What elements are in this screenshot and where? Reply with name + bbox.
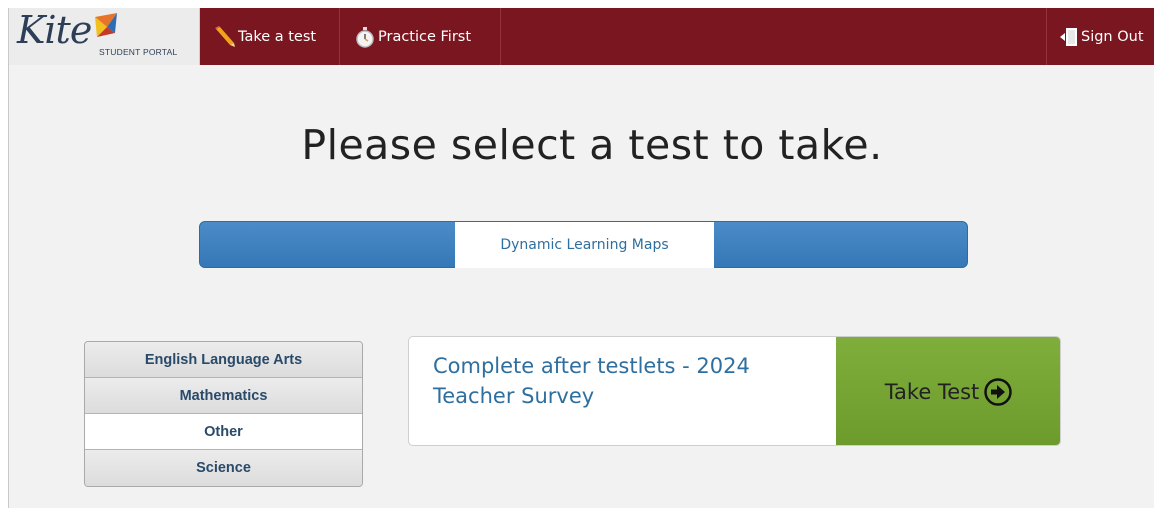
top-navbar: Kite STUDENT PORTAL Take a test Practice… — [9, 8, 1154, 65]
page-title: Please select a test to take. — [301, 121, 883, 169]
nav-practice-first[interactable]: Practice First — [340, 8, 501, 65]
logo-wordmark: Kite — [17, 8, 92, 52]
take-test-label: Take Test — [884, 380, 980, 404]
program-tab-bar: Dynamic Learning Maps — [199, 221, 968, 268]
logo-subtitle: STUDENT PORTAL — [99, 47, 178, 57]
subject-mathematics[interactable]: Mathematics — [85, 378, 362, 414]
subject-english-language-arts[interactable]: English Language Arts — [85, 342, 362, 378]
pencil-icon — [215, 25, 235, 47]
nav-practice-first-label: Practice First — [378, 28, 472, 45]
take-test-button[interactable]: Take Test — [836, 337, 1060, 445]
nav-sign-out-label: Sign Out — [1081, 28, 1144, 45]
nav-take-a-test-label: Take a test — [238, 28, 317, 45]
door-exit-icon — [1060, 27, 1077, 46]
subject-other[interactable]: Other — [85, 414, 362, 450]
subject-science[interactable]: Science — [85, 450, 362, 486]
stopwatch-icon — [356, 26, 374, 48]
circle-arrow-right-icon — [984, 378, 1013, 406]
test-name: Complete after testlets - 2024 Teacher S… — [433, 354, 750, 408]
app-frame: Kite STUDENT PORTAL Take a test Practice… — [8, 8, 1154, 508]
nav-sign-out[interactable]: Sign Out — [1046, 8, 1154, 65]
test-card: Complete after testlets - 2024 Teacher S… — [408, 336, 1061, 446]
subject-list: English Language Arts Mathematics Other … — [84, 341, 363, 487]
nav-take-a-test[interactable]: Take a test — [200, 8, 340, 65]
tab-dynamic-learning-maps[interactable]: Dynamic Learning Maps — [455, 222, 714, 268]
kite-icon — [95, 13, 117, 37]
kite-logo[interactable]: Kite STUDENT PORTAL — [9, 8, 200, 65]
